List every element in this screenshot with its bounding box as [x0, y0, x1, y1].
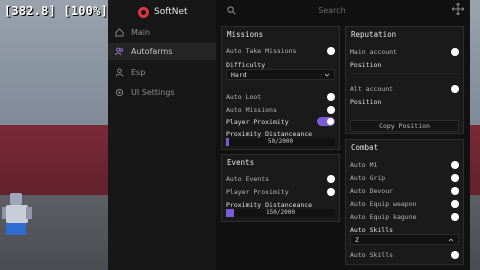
alt-account-row[interactable]: Alt account [350, 83, 459, 94]
events-player-proximity-label: Player Proximity [226, 187, 289, 196]
sidebar-item-label: Main [131, 28, 151, 37]
missions-title: Missions [227, 30, 264, 39]
slider-value: 50/2000 [267, 138, 294, 145]
auto-grip-label: Auto Grip [350, 173, 386, 182]
position-1-label: Position [350, 60, 382, 69]
move-icon[interactable] [451, 2, 465, 16]
brand-name: SoftNet [154, 7, 188, 17]
missions-proximity-slider[interactable]: 50/2000 [226, 138, 335, 146]
combat-title: Combat [351, 143, 379, 152]
sidebar-item-label: Autofarms [131, 47, 173, 56]
auto-grip-toggle[interactable] [451, 173, 459, 182]
auto-m1-row[interactable]: Auto M1 [350, 159, 459, 170]
chevron-down-icon [324, 72, 330, 78]
sidebar-item-label: UI Settings [131, 88, 175, 97]
auto-equip-kagune-row[interactable]: Auto Equip kagune [350, 211, 459, 222]
auto-take-missions-toggle[interactable] [327, 46, 335, 55]
main-account-toggle[interactable] [451, 47, 459, 56]
auto-devour-toggle[interactable] [451, 186, 459, 195]
auto-equip-kagune-label: Auto Equip kagune [350, 212, 417, 221]
auto-skills-toggle-row[interactable]: Auto Skills [350, 249, 459, 260]
position-2-row: Position [350, 96, 459, 107]
player-proximity-switch[interactable] [317, 117, 335, 126]
auto-skills-label: Auto Skills [350, 225, 394, 234]
main-account-label: Main account [350, 47, 397, 56]
auto-events-toggle[interactable] [327, 174, 335, 183]
auto-missions-toggle[interactable] [327, 105, 335, 114]
settings-icon [115, 88, 124, 97]
proximity-distance-label: Proximity Distanceance [226, 129, 313, 138]
auto-missions-row[interactable]: Auto Missions [226, 104, 335, 115]
player-proximity-label: Player Proximity [226, 117, 289, 126]
sidebar-item-ui-settings[interactable]: UI Settings [108, 84, 216, 101]
player-character [2, 193, 34, 243]
sidebar: SoftNet Main Autofarms Esp UI Settings [108, 0, 216, 270]
missions-panel: Missions Auto Take Missions Difficulty H… [221, 26, 340, 150]
sidebar-item-esp[interactable]: Esp [108, 64, 216, 81]
search-icon [227, 6, 236, 15]
alt-account-label: Alt account [350, 84, 394, 93]
events-title: Events [227, 158, 255, 167]
combat-panel: Combat Auto M1 Auto Grip Auto Devour Aut… [345, 139, 464, 265]
difficulty-label: Difficulty [226, 60, 266, 69]
search-input[interactable] [222, 3, 442, 18]
softnet-logo-icon [138, 6, 149, 18]
player-proximity-row[interactable]: Player Proximity [226, 116, 335, 127]
auto-grip-row[interactable]: Auto Grip [350, 172, 459, 183]
slider-value: 150/2000 [266, 209, 295, 216]
auto-equip-weapon-label: Auto Equip weapon [350, 199, 417, 208]
character-head [10, 193, 22, 205]
character-body [6, 205, 28, 223]
auto-skills-dropdown[interactable]: Z [350, 234, 459, 245]
auto-equip-kagune-toggle[interactable] [451, 212, 459, 221]
auto-loot-toggle[interactable] [327, 92, 335, 101]
chevron-up-icon [448, 237, 454, 243]
home-icon [115, 28, 124, 37]
sidebar-item-label: Esp [131, 68, 146, 77]
position-2-label: Position [350, 97, 382, 106]
logo: SoftNet [138, 5, 188, 19]
auto-equip-weapon-toggle[interactable] [451, 199, 459, 208]
divider [350, 73, 459, 74]
auto-m1-toggle[interactable] [451, 160, 459, 169]
users-icon [115, 47, 124, 56]
events-proximity-slider[interactable]: 150/2000 [226, 209, 335, 217]
auto-devour-row[interactable]: Auto Devour [350, 185, 459, 196]
reputation-panel: Reputation Main account Position Alt acc… [345, 26, 464, 134]
difficulty-value: Hard [231, 70, 247, 79]
copy-position-button[interactable]: Copy Position [350, 120, 459, 132]
sidebar-item-autofarms[interactable]: Autofarms [108, 43, 216, 60]
auto-loot-row[interactable]: Auto Loot [226, 91, 335, 102]
auto-skills-value: Z [355, 235, 359, 244]
events-player-proximity-toggle[interactable] [327, 187, 335, 196]
auto-devour-label: Auto Devour [350, 186, 394, 195]
auto-missions-label: Auto Missions [226, 105, 277, 114]
events-player-proximity-row[interactable]: Player Proximity [226, 186, 335, 197]
auto-equip-weapon-row[interactable]: Auto Equip weapon [350, 198, 459, 209]
position-1-row: Position [350, 59, 459, 70]
auto-skills-toggle[interactable] [451, 250, 459, 259]
events-proximity-label: Proximity Distanceance [226, 200, 313, 209]
fps-counter: [382.8] [100%] [4, 4, 108, 18]
main-account-row[interactable]: Main account [350, 46, 459, 57]
character-legs [6, 223, 26, 235]
auto-m1-label: Auto M1 [350, 160, 378, 169]
alt-account-toggle[interactable] [451, 84, 459, 93]
auto-loot-label: Auto Loot [226, 92, 262, 101]
auto-events-row[interactable]: Auto Events [226, 173, 335, 184]
softnet-window: SoftNet Main Autofarms Esp UI Settings S… [108, 0, 470, 270]
auto-skills-toggle-label: Auto Skills [350, 250, 394, 259]
auto-events-label: Auto Events [226, 174, 270, 183]
reputation-title: Reputation [351, 30, 397, 39]
difficulty-dropdown[interactable]: Hard [226, 69, 335, 80]
character-arm-right [26, 207, 32, 219]
events-panel: Events Auto Events Player Proximity Prox… [221, 154, 340, 222]
user-icon [115, 68, 124, 77]
sidebar-item-main[interactable]: Main [108, 24, 216, 41]
auto-take-missions-label: Auto Take Missions [226, 46, 297, 55]
auto-take-missions-row[interactable]: Auto Take Missions [226, 45, 335, 56]
